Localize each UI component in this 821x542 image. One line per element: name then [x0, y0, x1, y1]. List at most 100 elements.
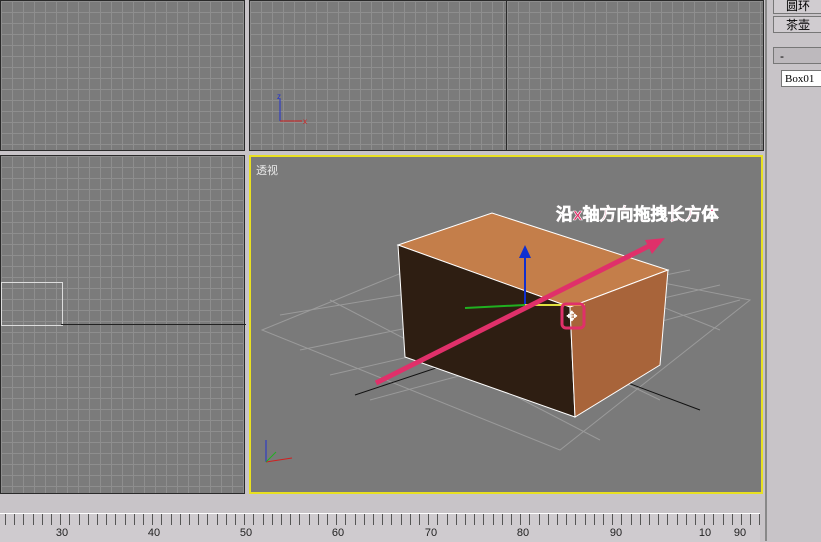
ruler-tick	[5, 514, 6, 525]
torus-button[interactable]: 圆环	[773, 0, 821, 14]
ruler-tick	[566, 514, 568, 525]
ruler-tick	[575, 514, 577, 525]
ruler-tick	[198, 514, 200, 525]
ruler-label: 50	[239, 527, 253, 539]
ruler-tick	[106, 514, 108, 525]
ruler-tick	[603, 514, 604, 525]
ruler-tick	[78, 514, 80, 525]
ruler-tick	[391, 514, 393, 525]
ruler-tick	[244, 514, 246, 525]
ruler-tick	[60, 514, 62, 525]
ruler-tick	[676, 514, 678, 525]
ruler-tick	[41, 514, 43, 525]
ruler-tick	[529, 514, 531, 525]
perspective-scene: ✥ 沿x轴方向拖拽长方体	[260, 204, 752, 463]
ruler-tick	[253, 514, 255, 525]
ruler-tick	[474, 514, 476, 525]
ruler-label: 90	[609, 527, 623, 539]
ruler-label: 80	[516, 527, 530, 539]
ruler-tick	[455, 514, 457, 525]
ruler-tick	[685, 514, 687, 525]
ruler-tick	[382, 514, 384, 525]
ruler-label: 60	[331, 527, 345, 539]
ruler-tick	[630, 514, 632, 525]
ruler-tick	[235, 514, 236, 525]
ruler-tick	[308, 514, 310, 525]
ruler-tick	[695, 514, 696, 525]
ruler-tick	[446, 514, 448, 525]
ruler-label: 10	[698, 527, 712, 539]
ruler-label: 90	[733, 527, 747, 539]
ruler-tick	[639, 514, 641, 525]
ruler-tick	[51, 514, 52, 525]
ruler-tick	[189, 514, 190, 525]
ruler-tick	[170, 514, 172, 525]
ruler-tick	[271, 514, 273, 525]
ruler-tick	[649, 514, 650, 525]
ruler-tick	[409, 514, 411, 525]
ruler-tick	[207, 514, 209, 525]
ruler-tick	[69, 514, 71, 525]
ruler-tick	[216, 514, 218, 525]
ruler-tick	[14, 514, 16, 525]
ruler-tick	[336, 514, 338, 525]
ruler-tick	[741, 514, 742, 525]
ruler-tick	[483, 514, 485, 525]
ruler-tick	[400, 514, 402, 525]
rollout-header[interactable]: -	[773, 47, 821, 64]
ruler-tick	[97, 514, 98, 525]
ruler-tick	[327, 514, 328, 525]
ruler-tick	[713, 514, 715, 525]
object-name-field[interactable]: Box01	[781, 70, 821, 87]
ruler-tick	[373, 514, 374, 525]
ruler-tick	[354, 514, 356, 525]
ruler-tick	[520, 514, 522, 525]
teapot-button[interactable]: 茶壶	[773, 16, 821, 33]
ruler-tick	[658, 514, 660, 525]
ruler-tick	[750, 514, 752, 525]
ruler-tick	[23, 514, 25, 525]
ruler-tick	[547, 514, 549, 525]
axis-tripod-icon	[265, 440, 293, 463]
ruler-tick	[124, 514, 126, 525]
ruler-tick	[731, 514, 733, 525]
ruler-tick	[225, 514, 227, 525]
ruler-tick	[317, 514, 319, 525]
ruler-label: 70	[424, 527, 438, 539]
move-cursor-icon: ✥	[566, 308, 578, 324]
ruler-label: 30	[55, 527, 69, 539]
ruler-tick	[363, 514, 365, 525]
ruler-tick	[115, 514, 117, 525]
ruler-tick	[32, 514, 34, 525]
ruler-tick	[143, 514, 144, 525]
ruler-tick	[152, 514, 154, 525]
ruler-tick	[428, 514, 430, 525]
ruler-tick	[345, 514, 347, 525]
ruler-tick	[557, 514, 558, 525]
ruler-tick	[179, 514, 181, 525]
ruler-tick	[465, 514, 466, 525]
ruler-tick	[722, 514, 724, 525]
ruler-tick	[612, 514, 614, 525]
ruler-tick	[584, 514, 586, 525]
ruler-tick	[262, 514, 264, 525]
ruler-tick	[621, 514, 623, 525]
ruler-tick	[419, 514, 420, 525]
box-object	[396, 212, 670, 418]
ruler-tick	[133, 514, 135, 525]
ruler-tick	[161, 514, 163, 525]
ruler-tick	[511, 514, 512, 525]
ruler-tick	[87, 514, 89, 525]
ruler-tick	[299, 514, 301, 525]
ruler-tick	[538, 514, 540, 525]
ruler-tick	[667, 514, 669, 525]
ruler-tick	[501, 514, 503, 525]
ruler-tick	[437, 514, 439, 525]
ruler-tick	[281, 514, 282, 525]
timeline-ruler[interactable]: 30 40 50 60 70 80 90 10 90	[0, 513, 761, 542]
ruler-label: 40	[147, 527, 161, 539]
ruler-tick	[759, 514, 761, 525]
ruler-tick	[704, 514, 706, 525]
annotation-text: 沿x轴方向拖拽长方体	[556, 204, 719, 224]
command-panel: 圆环 茶壶 - Box01	[765, 0, 821, 541]
